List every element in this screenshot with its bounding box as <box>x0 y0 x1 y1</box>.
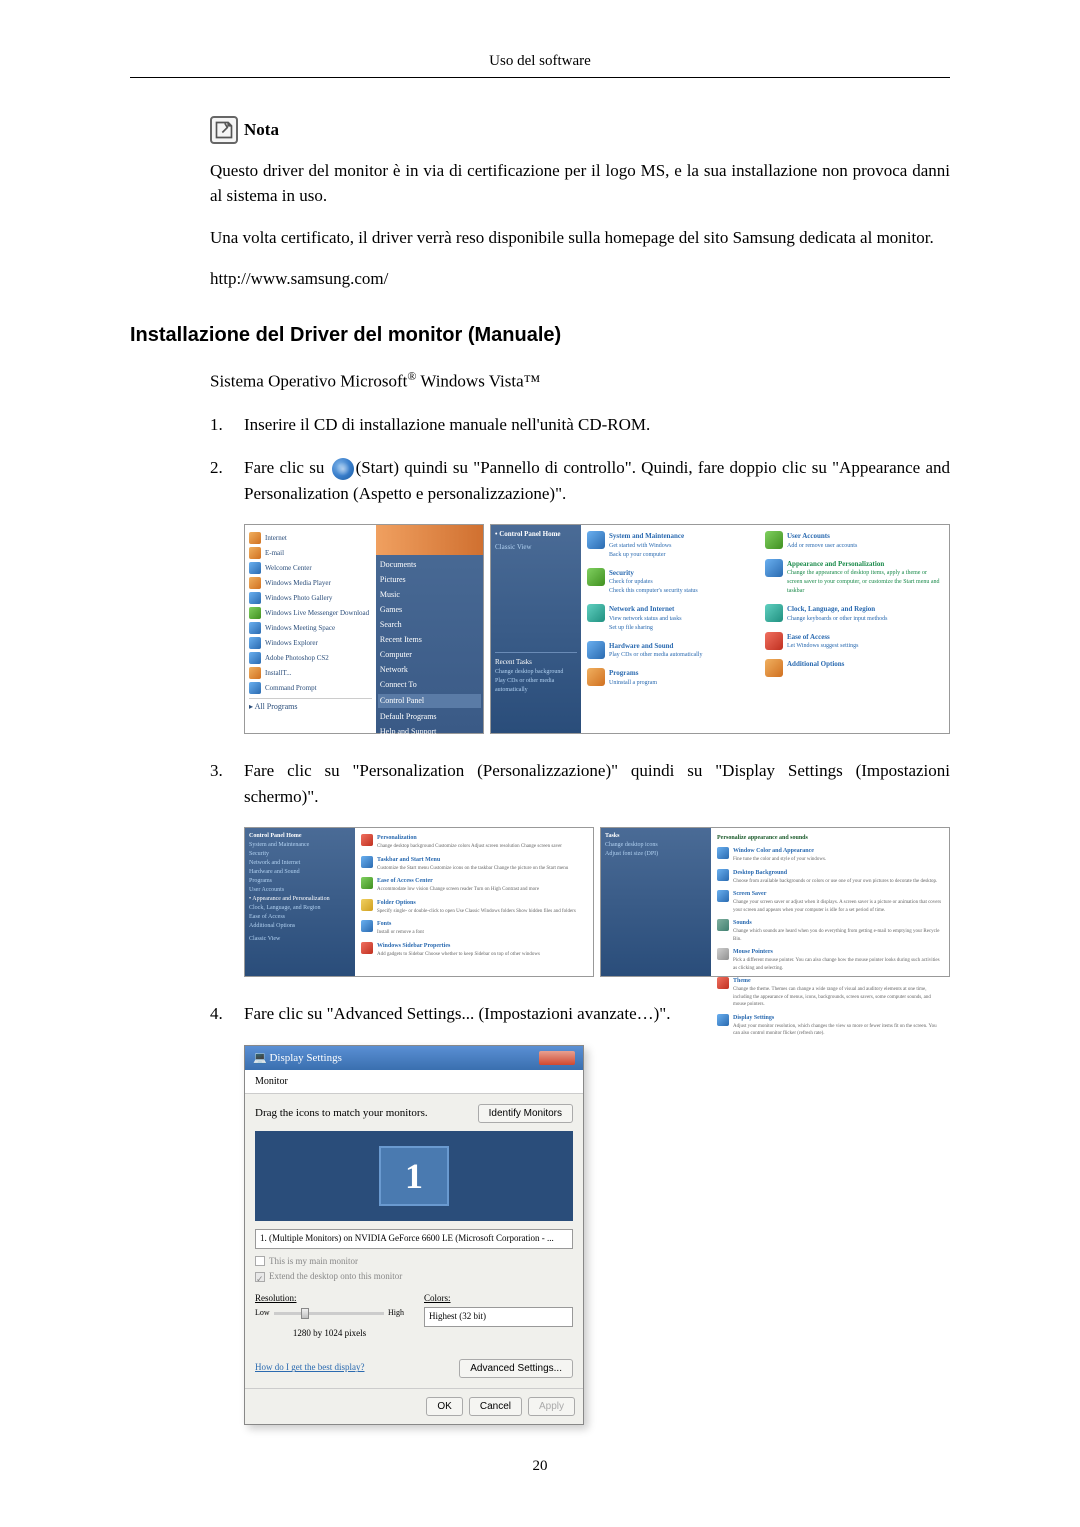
screenshot-control-panel: Internet E-mail Welcome Center Windows M… <box>244 524 950 734</box>
monitor-tab[interactable]: Monitor <box>245 1070 583 1094</box>
step-4-text: Fare clic su "Advanced Settings... (Impo… <box>244 1001 950 1027</box>
note-p2: Una volta certificato, il driver verrà r… <box>210 225 950 251</box>
dialog-title: 💻 Display Settings <box>253 1050 342 1067</box>
monitor-select[interactable]: 1. (Multiple Monitors) on NVIDIA GeForce… <box>255 1229 573 1249</box>
close-icon[interactable] <box>539 1051 575 1065</box>
intro-text: Sistema Operativo Microsoft® Windows Vis… <box>210 368 950 394</box>
resolution-value: 1280 by 1024 pixels <box>255 1327 404 1341</box>
drag-label: Drag the icons to match your monitors. <box>255 1105 428 1122</box>
screenshot-display-settings: 💻 Display Settings Monitor Drag the icon… <box>244 1045 950 1425</box>
identify-monitors-button[interactable]: Identify Monitors <box>478 1104 573 1123</box>
colors-label: Colors: <box>424 1292 573 1306</box>
section-title: Installazione del Driver del monitor (Ma… <box>130 320 950 350</box>
header-divider <box>130 77 950 78</box>
cancel-button[interactable]: Cancel <box>469 1397 522 1416</box>
note-icon <box>210 116 238 144</box>
colors-select[interactable]: Highest (32 bit) <box>424 1307 573 1327</box>
step-1-num: 1. <box>210 412 244 438</box>
note-url: http://www.samsung.com/ <box>210 266 950 292</box>
monitor-preview[interactable]: 1 <box>255 1131 573 1221</box>
resolution-label: Resolution: <box>255 1292 404 1306</box>
step-2-num: 2. <box>210 455 244 506</box>
page-number: 20 <box>130 1455 950 1478</box>
ok-button[interactable]: OK <box>426 1397 462 1416</box>
note-p1: Questo driver del monitor è in via di ce… <box>210 158 950 209</box>
step-3-text: Fare clic su "Personalization (Personali… <box>244 758 950 809</box>
screenshot-personalization: Control Panel Home System and Maintenanc… <box>244 827 950 977</box>
main-monitor-checkbox <box>255 1256 265 1266</box>
apply-button: Apply <box>528 1397 575 1416</box>
step-2-text: Fare clic su (Start) quindi su "Pannello… <box>244 455 950 506</box>
note-label: Nota <box>244 117 279 143</box>
help-link[interactable]: How do I get the best display? <box>255 1361 364 1375</box>
monitor-1-icon[interactable]: 1 <box>379 1146 449 1206</box>
advanced-settings-button[interactable]: Advanced Settings... <box>459 1359 573 1378</box>
step-4-num: 4. <box>210 1001 244 1027</box>
start-orb-icon <box>332 458 354 480</box>
step-1-text: Inserire il CD di installazione manuale … <box>244 412 950 438</box>
resolution-slider[interactable] <box>274 1312 384 1315</box>
extend-desktop-checkbox: ✓ <box>255 1272 265 1282</box>
page-header: Uso del software <box>489 53 591 69</box>
step-3-num: 3. <box>210 758 244 809</box>
